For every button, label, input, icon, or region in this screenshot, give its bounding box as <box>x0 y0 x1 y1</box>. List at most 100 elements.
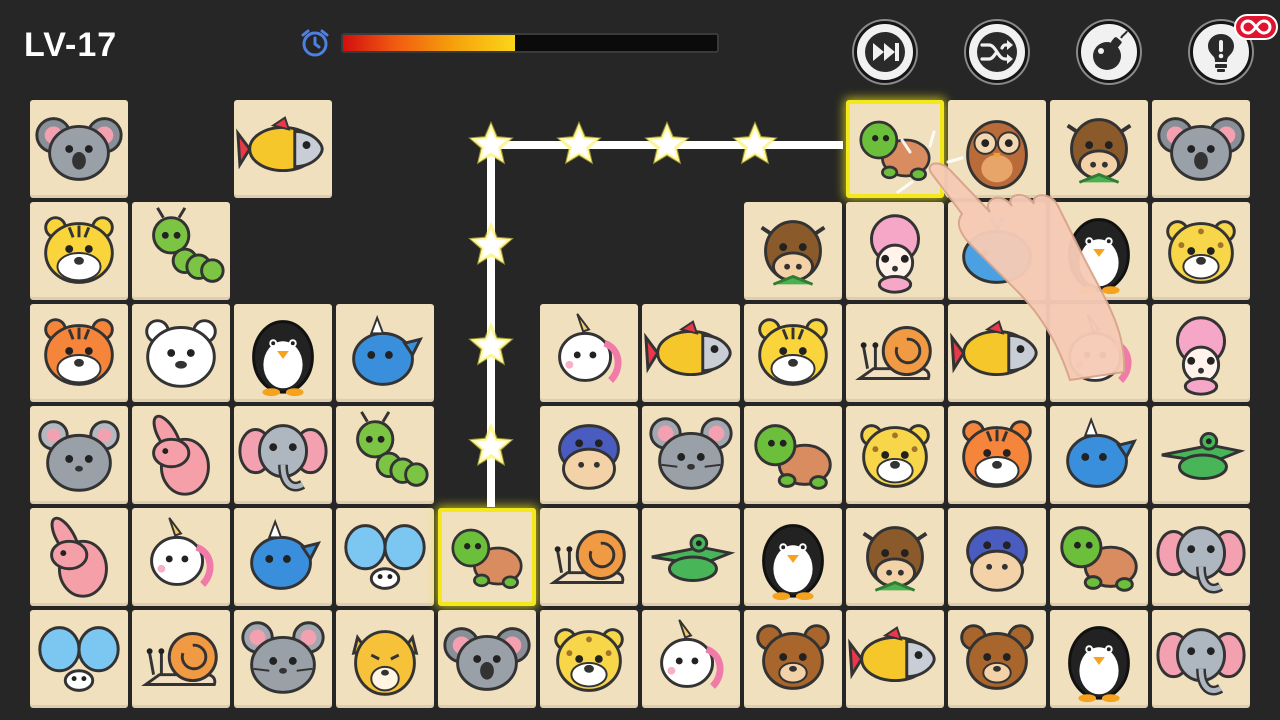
tile-butterfly[interactable] <box>30 610 128 708</box>
tile-cow[interactable] <box>846 508 944 606</box>
game-board <box>0 0 1280 720</box>
tile-hippo[interactable] <box>540 406 638 504</box>
tile-leopard[interactable] <box>846 406 944 504</box>
tile-owl[interactable] <box>948 100 1046 198</box>
koala-icon <box>443 627 531 691</box>
tile-bear[interactable] <box>948 610 1046 708</box>
tiger-orange-icon <box>44 318 114 386</box>
tile-fish[interactable] <box>948 304 1046 402</box>
caterpillar-icon <box>356 411 429 487</box>
tile-snail[interactable] <box>846 304 944 402</box>
leopard-icon <box>554 628 624 692</box>
cow-icon <box>760 220 826 286</box>
fish-icon <box>950 320 1038 377</box>
cow-icon <box>1066 118 1132 184</box>
tile-penguin[interactable] <box>234 304 332 402</box>
mouse-icon <box>649 417 733 490</box>
tile-dino[interactable] <box>1050 406 1148 504</box>
tile-polar-bear[interactable] <box>132 304 230 402</box>
tile-penguin[interactable] <box>1050 610 1148 708</box>
dino-icon <box>250 518 322 590</box>
tile-leopard[interactable] <box>540 610 638 708</box>
unicorn-icon <box>660 619 724 689</box>
hippo-icon <box>558 424 620 490</box>
penguin-icon <box>252 320 314 397</box>
tile-elephant[interactable] <box>234 406 332 504</box>
owl-icon <box>966 120 1028 190</box>
tile-turtle[interactable] <box>744 406 842 504</box>
tile-koala[interactable] <box>438 610 536 708</box>
turtle-icon <box>1060 526 1138 592</box>
butterfly-icon <box>38 626 120 692</box>
tile-crocodile[interactable] <box>1152 406 1250 504</box>
poodle-icon <box>1176 316 1226 396</box>
tile-caterpillar[interactable] <box>336 406 434 504</box>
tiger-icon <box>44 216 114 284</box>
rabbit-icon <box>152 414 210 496</box>
hippo-icon <box>966 526 1028 592</box>
unicorn-icon <box>150 517 214 587</box>
tile-elephant[interactable] <box>1152 610 1250 708</box>
tile-cow[interactable] <box>744 202 842 300</box>
tile-poodle[interactable] <box>1152 304 1250 402</box>
tile-tiger[interactable] <box>30 202 128 300</box>
butterfly-icon <box>344 524 426 590</box>
tile-unicorn[interactable] <box>1050 304 1148 402</box>
unicorn-icon <box>558 313 622 383</box>
unicorn-icon <box>1068 313 1132 383</box>
tile-koala[interactable] <box>30 100 128 198</box>
tile-dino[interactable] <box>234 508 332 606</box>
turtle-icon <box>451 528 523 589</box>
tile-penguin[interactable] <box>1050 202 1148 300</box>
tile-tiger[interactable] <box>744 304 842 402</box>
tile-penguin[interactable] <box>744 508 842 606</box>
tile-snail[interactable] <box>132 610 230 708</box>
elephant-icon <box>1156 526 1246 594</box>
tile-caterpillar[interactable] <box>132 202 230 300</box>
dino-icon <box>352 314 424 386</box>
tile-koala[interactable] <box>1152 100 1250 198</box>
tile-hippo[interactable] <box>948 508 1046 606</box>
tile-bear[interactable] <box>744 610 842 708</box>
penguin-icon <box>762 524 824 601</box>
elephant-icon <box>238 424 328 492</box>
fish-icon <box>848 626 936 683</box>
tile-unicorn[interactable] <box>642 610 740 708</box>
tile-fish[interactable] <box>234 100 332 198</box>
caterpillar-icon <box>152 207 225 283</box>
tile-tiger-orange[interactable] <box>948 406 1046 504</box>
tiger-orange-icon <box>962 420 1032 488</box>
tile-rabbit[interactable] <box>30 508 128 606</box>
tile-butterfly[interactable] <box>336 508 434 606</box>
tile-dino[interactable] <box>336 304 434 402</box>
tile-rabbit[interactable] <box>132 406 230 504</box>
tile-unicorn[interactable] <box>540 304 638 402</box>
tile-crocodile[interactable] <box>642 508 740 606</box>
tile-unicorn[interactable] <box>132 508 230 606</box>
crocodile-icon <box>651 533 736 582</box>
tile-fish[interactable] <box>642 304 740 402</box>
tile-turtle[interactable] <box>1050 508 1148 606</box>
tile-leopard[interactable] <box>1152 202 1250 300</box>
fish-icon <box>644 320 732 377</box>
turtle-icon <box>754 424 832 490</box>
tile-elephant[interactable] <box>1152 508 1250 606</box>
poodle-icon <box>870 214 920 294</box>
tile-cow[interactable] <box>1050 100 1148 198</box>
hamster-icon <box>38 420 120 492</box>
polar-bear-icon <box>145 319 217 388</box>
tile-fish[interactable] <box>846 610 944 708</box>
tile-tiger-orange[interactable] <box>30 304 128 402</box>
tile-snail[interactable] <box>540 508 638 606</box>
koala-icon <box>35 117 123 181</box>
tile-hamster[interactable] <box>30 406 128 504</box>
tile-poodle[interactable] <box>846 202 944 300</box>
tile-whale[interactable] <box>948 202 1046 300</box>
tile-cheetah[interactable] <box>336 610 434 708</box>
tile-mouse[interactable] <box>234 610 332 708</box>
tile-turtle[interactable] <box>438 508 536 606</box>
tile-mouse[interactable] <box>642 406 740 504</box>
koala-icon <box>1157 117 1245 181</box>
tile-turtle[interactable] <box>846 100 944 198</box>
tiger-icon <box>758 318 828 386</box>
